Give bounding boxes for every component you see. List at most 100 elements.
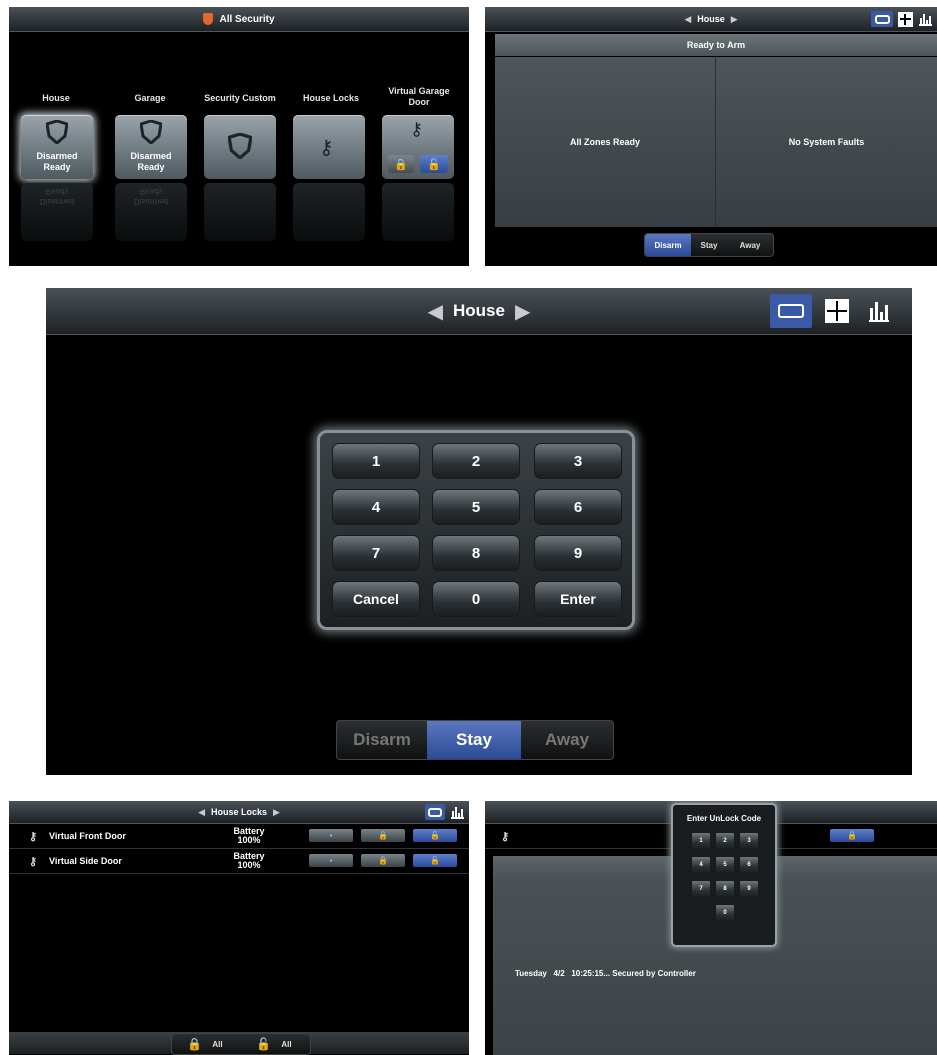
shield-icon xyxy=(46,120,68,144)
away-button[interactable]: Away xyxy=(727,234,773,256)
tile-virtual-garage-door[interactable]: ⚷ 🔒 🔓 xyxy=(382,115,454,179)
page-title: House Locks xyxy=(210,807,268,817)
unlock-button[interactable]: 🔓 xyxy=(420,155,448,173)
reflection-ready-text: Ready xyxy=(139,187,163,196)
key-4[interactable]: 4 xyxy=(332,489,420,525)
key-7[interactable]: 7 xyxy=(332,535,420,571)
enter-button[interactable]: Enter xyxy=(534,581,622,617)
key-3[interactable]: 3 xyxy=(534,443,622,479)
key-6[interactable]: 6 xyxy=(739,856,759,874)
history-view-button[interactable] xyxy=(449,804,465,820)
reflection-house: Ready Disarmed xyxy=(21,183,93,241)
disarm-button[interactable]: Disarm xyxy=(337,721,427,759)
tile-security-custom[interactable] xyxy=(204,115,276,179)
key-4[interactable]: 4 xyxy=(691,856,711,874)
view-switcher xyxy=(425,801,465,823)
history-view-button[interactable] xyxy=(917,11,933,27)
prev-arrow-icon[interactable]: ◀ xyxy=(428,299,443,324)
header-bar: All Security xyxy=(9,7,469,32)
key-6[interactable]: 6 xyxy=(534,489,622,525)
log-button[interactable]: ▪ xyxy=(309,854,353,867)
shield-icon xyxy=(203,13,214,25)
lock-button[interactable]: 🔒 xyxy=(361,854,405,867)
tile-house[interactable]: Disarmed Ready xyxy=(21,115,93,179)
grid-icon xyxy=(825,299,849,323)
reflection-virtual-garage-door xyxy=(382,183,454,241)
tile-house-locks[interactable]: ⚷ xyxy=(293,115,365,179)
keypad: 1 2 3 4 5 6 7 8 9 Cancel 0 Enter xyxy=(317,430,635,630)
battery-status: Battery 100% xyxy=(209,852,289,870)
tile-garage[interactable]: Disarmed Ready xyxy=(115,115,187,179)
status-view-button[interactable] xyxy=(425,804,445,820)
key-5[interactable]: 5 xyxy=(432,489,520,525)
stay-button[interactable]: Stay xyxy=(691,234,727,256)
unlock-button[interactable]: 🔓 xyxy=(413,854,457,867)
tile-status-disarmed: Disarmed xyxy=(36,151,78,161)
lock-row-front-door[interactable]: ⚷ Virtual Front Door Battery 100% ▪ 🔒 🔓 xyxy=(9,824,469,849)
unlock-all-button[interactable]: 🔓 All xyxy=(238,1034,310,1054)
tile-label-house: House xyxy=(42,93,70,103)
prev-arrow-icon[interactable]: ◀ xyxy=(684,14,691,25)
key-5[interactable]: 5 xyxy=(715,856,735,874)
prev-arrow-icon[interactable]: ◀ xyxy=(198,807,205,818)
status-view-button[interactable] xyxy=(871,11,893,27)
stay-button[interactable]: Stay xyxy=(427,721,521,759)
log-entry: Tuesday 4/2 10:25:15... Secured by Contr… xyxy=(515,969,696,978)
shield-icon xyxy=(228,133,252,159)
header-bar: ◀ House ▶ xyxy=(485,7,937,32)
battery-icon xyxy=(428,807,442,817)
tile-status-ready: Ready xyxy=(43,162,71,172)
bar-chart-icon xyxy=(869,300,889,322)
lock-name: Virtual Side Door xyxy=(49,856,122,866)
unlock-code-panel: ◀ V ⚷ Ba 1( 🔒 Tuesday 4/2 10:25:15... Se… xyxy=(485,801,937,1055)
key-2[interactable]: 2 xyxy=(432,443,520,479)
grid-view-button[interactable] xyxy=(822,296,852,326)
key-8[interactable]: 8 xyxy=(432,535,520,571)
lock-row-side-door[interactable]: ⚷ Virtual Side Door Battery 100% ▪ 🔒 🔓 xyxy=(9,849,469,874)
key-9[interactable]: 9 xyxy=(739,880,759,898)
status-cell-left: All Zones Ready xyxy=(495,57,716,227)
key-0[interactable]: 0 xyxy=(432,581,520,617)
disarm-button[interactable]: Disarm xyxy=(645,234,691,256)
battery-value: 100% xyxy=(237,860,261,870)
lock-button[interactable]: 🔒 xyxy=(361,829,405,842)
lock-all-button[interactable]: 🔒 All xyxy=(172,1034,238,1054)
tile-label-virtual-garage-door: Virtual Garage Door xyxy=(388,86,450,107)
battery-icon xyxy=(874,14,890,24)
key-2[interactable]: 2 xyxy=(715,832,735,850)
log-button[interactable]: ▪ xyxy=(309,829,353,842)
cancel-button[interactable]: Cancel xyxy=(332,581,420,617)
dialog-title: Enter UnLock Code xyxy=(686,814,762,823)
next-arrow-icon[interactable]: ▶ xyxy=(515,299,530,324)
lock-name: Virtual Front Door xyxy=(49,831,126,841)
next-arrow-icon[interactable]: ▶ xyxy=(273,807,280,818)
key-icon: ⚷ xyxy=(29,855,38,868)
page-title: House xyxy=(697,14,725,24)
key-8[interactable]: 8 xyxy=(715,880,735,898)
battery-icon xyxy=(778,304,804,318)
key-1[interactable]: 1 xyxy=(691,832,711,850)
history-view-button[interactable] xyxy=(862,296,896,326)
page-title: All Security xyxy=(219,13,275,25)
lock-button[interactable]: 🔒 xyxy=(388,155,414,173)
key-3[interactable]: 3 xyxy=(739,832,759,850)
reflection-security-custom xyxy=(204,183,276,241)
bar-chart-icon xyxy=(918,13,932,26)
key-7[interactable]: 7 xyxy=(691,880,711,898)
unlock-button[interactable]: 🔓 xyxy=(413,829,457,842)
lock-button[interactable]: 🔒 xyxy=(830,829,874,842)
away-button[interactable]: Away xyxy=(521,721,613,759)
status-cell-right: No System Faults xyxy=(716,57,937,227)
key-1[interactable]: 1 xyxy=(332,443,420,479)
unlock-icon: 🔓 xyxy=(430,831,440,840)
status-view-button[interactable] xyxy=(770,294,812,328)
bar-chart-icon xyxy=(450,806,464,819)
key-9[interactable]: 9 xyxy=(534,535,622,571)
grid-icon xyxy=(897,11,913,27)
tile-status-disarmed: Disarmed xyxy=(130,151,172,161)
next-arrow-icon[interactable]: ▶ xyxy=(731,14,738,25)
grid-view-button[interactable] xyxy=(897,11,913,27)
page-title: House xyxy=(453,301,505,320)
key-0[interactable]: 0 xyxy=(715,904,735,922)
keys-icon: ⚷ xyxy=(319,137,334,159)
